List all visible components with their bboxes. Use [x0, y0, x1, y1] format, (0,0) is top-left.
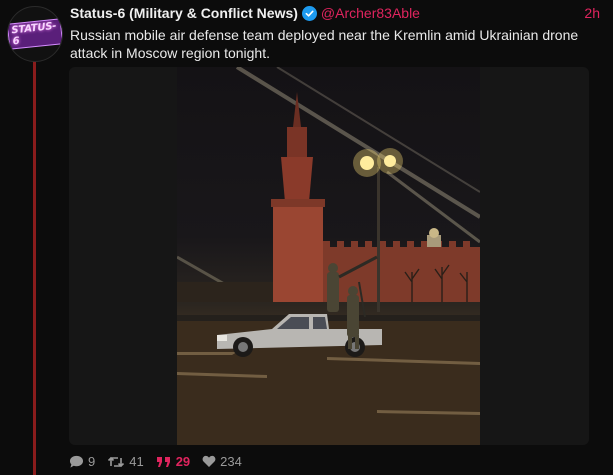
media-container[interactable] [69, 67, 589, 445]
tweet-header: Status-6 (Military & Conflict News) @Arc… [70, 4, 600, 22]
timestamp[interactable]: 2h [584, 5, 600, 21]
like-button[interactable]: 234 [202, 454, 242, 469]
tweet-text: Russian mobile air defense team deployed… [70, 27, 579, 61]
display-name[interactable]: Status-6 (Military & Conflict News) [70, 5, 298, 21]
avatar-logo-text: STATUS-6 [8, 18, 62, 50]
reply-count: 9 [88, 454, 96, 469]
photo-scene [177, 67, 480, 445]
user-handle[interactable]: @Archer83Able [321, 5, 420, 21]
like-icon [202, 455, 216, 467]
retweet-icon [108, 456, 125, 467]
reply-button[interactable]: 9 [69, 454, 95, 469]
quote-count: 29 [175, 454, 191, 469]
thread-line [33, 50, 36, 475]
verified-badge-icon [301, 5, 317, 21]
retweet-button[interactable]: 41 [107, 454, 144, 469]
tweet: STATUS-6 Status-6 (Military & Conflict N… [0, 0, 613, 475]
retweet-count: 41 [129, 454, 144, 469]
tweet-photo[interactable] [177, 67, 480, 445]
reply-icon [69, 455, 84, 468]
like-count: 234 [220, 454, 242, 469]
quote-icon [156, 456, 170, 467]
quote-button[interactable]: 29 [156, 454, 190, 469]
avatar[interactable]: STATUS-6 [7, 6, 63, 62]
action-bar: 9 41 29 234 [69, 454, 242, 469]
